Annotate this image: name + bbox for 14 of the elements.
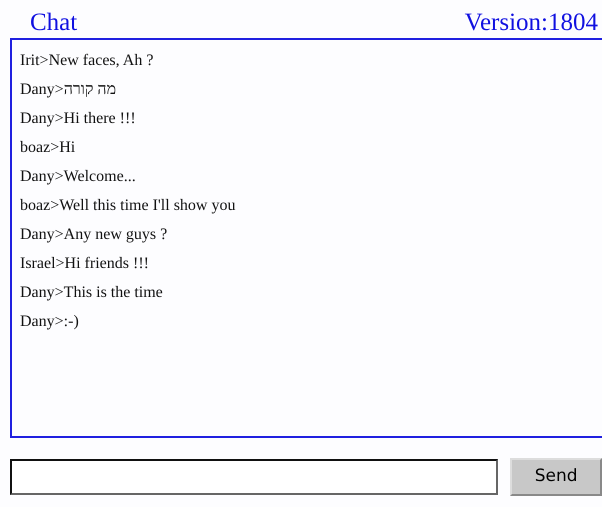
message-input-field[interactable]	[10, 459, 498, 495]
version-label: Version:1804	[464, 8, 598, 38]
chat-message: boaz>Hi	[20, 138, 76, 158]
chat-message: Dany>מה קורה	[20, 80, 116, 100]
chat-message: Dany>This is the time	[20, 283, 163, 303]
send-button[interactable]: Send	[510, 458, 602, 496]
chat-message: Dany>:-)	[20, 312, 79, 332]
chat-message: Dany>Hi there !!!	[20, 109, 136, 129]
chat-title: Chat	[30, 8, 78, 38]
chat-message: boaz>Well this time I'll show you	[20, 196, 236, 216]
chat-message: Israel>Hi friends !!!	[20, 254, 149, 274]
chat-message: Irit>New faces, Ah ?	[20, 51, 154, 71]
chat-message: Dany>Any new guys ?	[20, 225, 168, 245]
chat-message: Dany>Welcome...	[20, 167, 136, 187]
